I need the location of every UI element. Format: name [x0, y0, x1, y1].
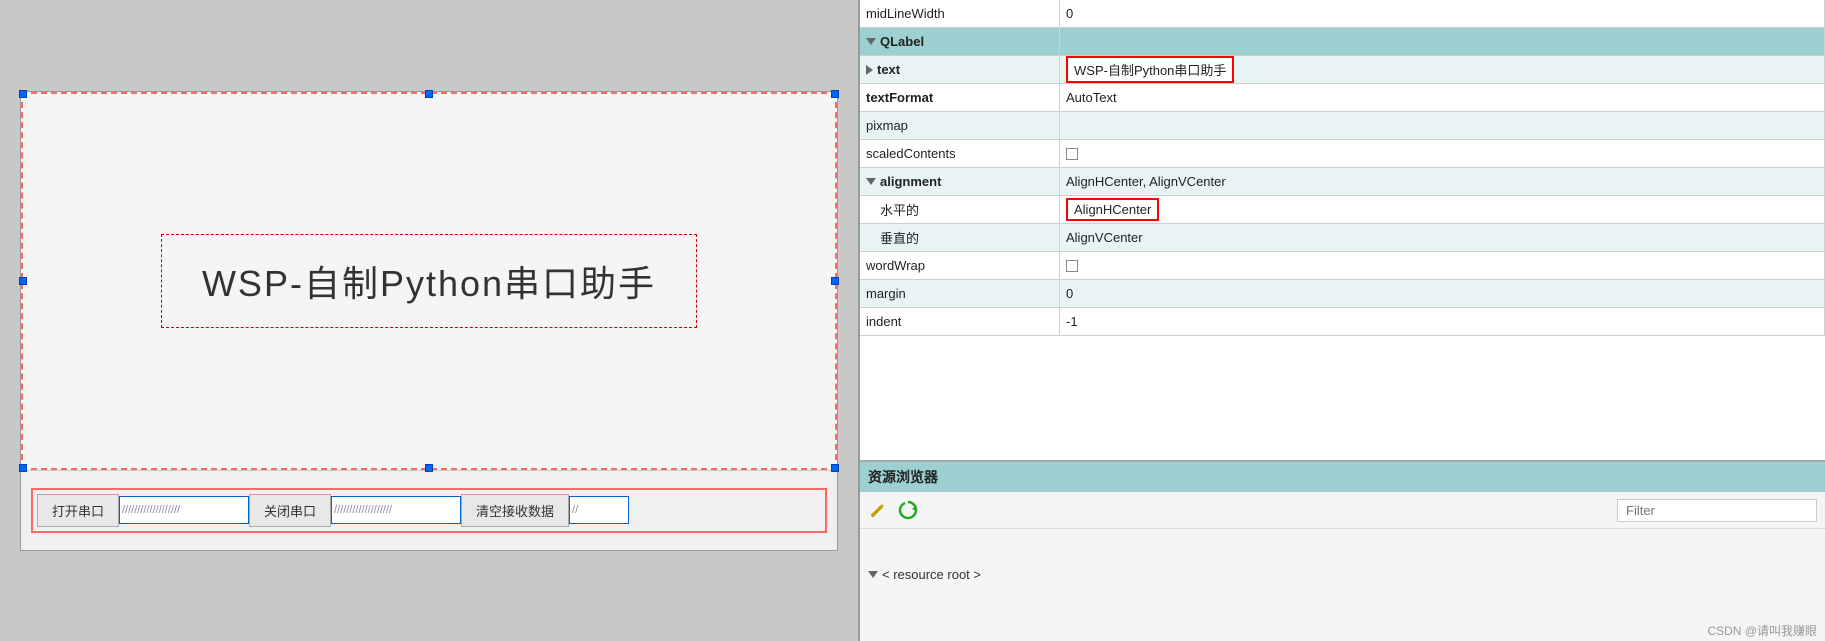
- resource-toolbar: [860, 492, 1825, 529]
- text-placeholder-3: //: [570, 504, 578, 516]
- prop-value-textformat: AutoText: [1060, 84, 1825, 111]
- handle-mr: [831, 277, 839, 285]
- clear-data-button[interactable]: 清空接收数据: [461, 494, 569, 527]
- prop-value-alignment: AlignHCenter, AlignVCenter: [1060, 168, 1825, 195]
- prop-name-indent: indent: [860, 308, 1060, 335]
- label-area: WSP-自制Python串口助手: [21, 92, 837, 470]
- prop-row-textformat: textFormat AutoText: [860, 84, 1825, 112]
- wordwrap-checkbox[interactable]: [1066, 260, 1078, 272]
- properties-table: midLineWidth 0 QLabel text WSP-自制Python串…: [860, 0, 1825, 460]
- text-input-3[interactable]: //: [569, 496, 629, 524]
- resource-filter-input[interactable]: [1617, 499, 1817, 522]
- prop-value-qlabel: [1060, 28, 1825, 55]
- prop-value-text: WSP-自制Python串口助手: [1060, 56, 1825, 83]
- expand-alignment-icon: [866, 178, 876, 185]
- prop-row-wordwrap: wordWrap: [860, 252, 1825, 280]
- prop-value-indent: -1: [1060, 308, 1825, 335]
- text-input-2[interactable]: ///////////////////: [331, 496, 461, 524]
- resource-root-label: < resource root >: [882, 567, 981, 582]
- left-panel: WSP-自制Python串口助手 打开串口 //////////////////…: [0, 0, 860, 641]
- label-inner: WSP-自制Python串口助手: [161, 234, 697, 328]
- prop-name-textformat: textFormat: [860, 84, 1060, 111]
- scaledcontents-checkbox[interactable]: [1066, 148, 1078, 160]
- handle-tl: [19, 90, 27, 98]
- prop-name-vertical: 垂直的: [860, 224, 1060, 251]
- prop-row-margin: margin 0: [860, 280, 1825, 308]
- expand-qlabel-icon: [866, 38, 876, 45]
- prop-value-margin: 0: [1060, 280, 1825, 307]
- designer-canvas: WSP-自制Python串口助手 打开串口 //////////////////…: [0, 0, 858, 641]
- prop-value-midlinewidth: 0: [1060, 0, 1825, 27]
- expand-text-icon: [866, 65, 873, 75]
- prop-row-alignment: alignment AlignHCenter, AlignVCenter: [860, 168, 1825, 196]
- prop-row-qlabel: QLabel: [860, 28, 1825, 56]
- text-value-highlight: WSP-自制Python串口助手: [1066, 56, 1234, 83]
- prop-name-text: text: [860, 56, 1060, 83]
- form-widget: WSP-自制Python串口助手 打开串口 //////////////////…: [20, 91, 838, 551]
- handle-ml: [19, 277, 27, 285]
- prop-row-indent: indent -1: [860, 308, 1825, 336]
- open-port-button[interactable]: 打开串口: [37, 494, 119, 527]
- text-input-1[interactable]: ///////////////////: [119, 496, 249, 524]
- prop-value-pixmap: [1060, 112, 1825, 139]
- prop-name-wordwrap: wordWrap: [860, 252, 1060, 279]
- prop-name-alignment: alignment: [860, 168, 1060, 195]
- resource-browser-header: 资源浏览器: [860, 462, 1825, 492]
- prop-name-qlabel: QLabel: [860, 28, 1060, 55]
- prop-row-scaledcontents: scaledContents: [860, 140, 1825, 168]
- prop-name-pixmap: pixmap: [860, 112, 1060, 139]
- prop-name-scaledcontents: scaledContents: [860, 140, 1060, 167]
- resource-browser-title: 资源浏览器: [868, 467, 938, 487]
- watermark-text: CSDN @请叫我赚眼: [1707, 624, 1817, 638]
- prop-value-horizontal: AlignHCenter: [1060, 196, 1825, 223]
- prop-row-horizontal: 水平的 AlignHCenter: [860, 196, 1825, 224]
- prop-row-vertical: 垂直的 AlignVCenter: [860, 224, 1825, 252]
- prop-value-scaledcontents: [1060, 140, 1825, 167]
- qlabel-text: WSP-自制Python串口助手: [202, 263, 656, 304]
- resource-content: < resource root >: [860, 529, 1825, 620]
- bottom-bar: 打开串口 /////////////////// 关闭串口 //////////…: [21, 470, 837, 550]
- prop-name-midlinewidth: midLineWidth: [860, 0, 1060, 27]
- handle-tm: [425, 90, 433, 98]
- prop-value-vertical: AlignVCenter: [1060, 224, 1825, 251]
- prop-row-midlinewidth: midLineWidth 0: [860, 0, 1825, 28]
- resource-browser: 资源浏览器: [860, 460, 1825, 620]
- prop-name-horizontal: 水平的: [860, 196, 1060, 223]
- handle-br: [831, 464, 839, 472]
- refresh-icon[interactable]: [896, 498, 920, 522]
- prop-value-wordwrap: [1060, 252, 1825, 279]
- prop-row-pixmap: pixmap: [860, 112, 1825, 140]
- handle-bl: [19, 464, 27, 472]
- handle-bm: [425, 464, 433, 472]
- text-placeholder-1: ///////////////////: [120, 504, 180, 516]
- right-panel: midLineWidth 0 QLabel text WSP-自制Python串…: [860, 0, 1825, 641]
- close-port-button[interactable]: 关闭串口: [249, 494, 331, 527]
- text-placeholder-2: ///////////////////: [332, 504, 392, 516]
- horizontal-value-highlight: AlignHCenter: [1066, 198, 1159, 221]
- prop-row-text: text WSP-自制Python串口助手: [860, 56, 1825, 84]
- resource-root-expand-icon: [868, 571, 878, 578]
- prop-name-margin: margin: [860, 280, 1060, 307]
- handle-tr: [831, 90, 839, 98]
- pencil-icon[interactable]: [868, 500, 888, 520]
